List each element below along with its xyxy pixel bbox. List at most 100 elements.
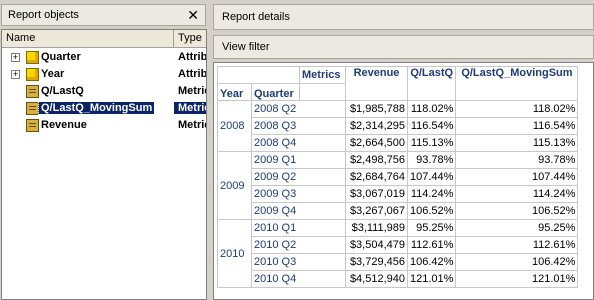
object-type: Attrib [178, 51, 207, 63]
object-row-year[interactable]: + Year Attrib [2, 66, 207, 83]
qlastq-cell: 95.25% [406, 219, 457, 237]
close-icon[interactable]: ✕ [187, 7, 199, 23]
object-row-q-lastq[interactable]: Q/LastQ Metric [2, 83, 206, 100]
object-name: Revenue [41, 119, 87, 131]
revenue-cell: $2,314,295 [345, 117, 408, 135]
moving-sum-cell: 106.42% [455, 253, 579, 271]
qlastq-cell: 112.61% [406, 236, 457, 254]
moving-sum-cell: 121.01% [455, 270, 579, 288]
object-type: Attrib [178, 68, 207, 80]
moving-sum-cell: 114.24% [455, 185, 579, 203]
qlastq-cell: 114.24% [406, 185, 457, 203]
quarter-cell: 2010 Q4 [251, 270, 346, 288]
revenue-cell: $2,684,764 [345, 168, 408, 186]
object-row-q-lastq-movingsum[interactable]: Q/LastQ_MovingSum Metric [2, 100, 206, 117]
revenue-cell: $3,067,019 [345, 185, 408, 203]
metric-column-header: Q/LastQ [406, 66, 457, 101]
metrics-header-filler [299, 83, 346, 101]
quarter-cell: 2009 Q2 [251, 168, 346, 186]
metrics-header: Metrics [299, 66, 346, 84]
qlastq-cell: 121.01% [406, 270, 457, 288]
revenue-cell: $3,504,479 [345, 236, 408, 254]
table-row: 2010 Q3 $3,729,456 106.42% 106.42% [218, 253, 579, 271]
metric-column-header: Q/LastQ_MovingSum [455, 66, 579, 101]
quarter-cell: 2010 Q2 [251, 236, 346, 254]
qlastq-cell: 93.78% [406, 151, 457, 169]
year-cell: 2010 [217, 219, 252, 288]
moving-sum-cell: 93.78% [455, 151, 579, 169]
object-type: Metric [174, 102, 206, 114]
report-objects-title: Report objects [8, 9, 79, 21]
object-row-quarter[interactable]: + Quarter Attrib [2, 49, 207, 66]
revenue-cell: $4,512,940 [345, 270, 408, 288]
object-row-revenue[interactable]: Revenue Metric [2, 117, 206, 134]
table-row: 2008 Q4 $2,664,500 115.13% 115.13% [218, 134, 579, 152]
grid-corner [217, 66, 300, 84]
table-row: 2009 Q2 $2,684,764 107.44% 107.44% [218, 168, 579, 186]
quarter-cell: 2008 Q3 [251, 117, 346, 135]
expand-icon[interactable]: + [11, 53, 20, 62]
revenue-cell: $3,267,067 [345, 202, 408, 220]
revenue-cell: $3,111,989 [345, 219, 408, 237]
moving-sum-cell: 115.13% [455, 134, 579, 152]
expand-icon[interactable]: + [11, 70, 20, 79]
quarter-cell: 2009 Q3 [251, 185, 346, 203]
report-objects-panel: Report objects ✕ Name Type + Quarter Attri… [0, 0, 208, 300]
moving-sum-cell: 118.02% [455, 100, 579, 118]
report-grid-area: Metrics Revenue Q/LastQ Q/LastQ_MovingSum Ye… [213, 62, 594, 300]
table-row: 2009 Q4 $3,267,067 106.52% 106.52% [218, 202, 579, 220]
qlastq-cell: 106.52% [406, 202, 457, 220]
report-objects-header: Report objects ✕ [1, 4, 206, 26]
revenue-cell: $2,664,500 [345, 134, 408, 152]
report-objects-list[interactable]: Name Type + Quarter Attrib + Year Attrib Q/Las… [1, 29, 207, 300]
quarter-header: Quarter [251, 83, 300, 101]
moving-sum-cell: 106.52% [455, 202, 579, 220]
grid-header-row: Metrics Revenue Q/LastQ Q/LastQ_MovingSum [217, 66, 579, 101]
year-cell: 2008 [217, 100, 252, 152]
report-details-header[interactable]: Report details [213, 4, 594, 30]
table-row: 2010 2010 Q1 $3,111,989 95.25% 95.25% [217, 219, 579, 288]
moving-sum-cell: 116.54% [455, 117, 579, 135]
quarter-cell: 2008 Q4 [251, 134, 346, 152]
attribute-icon [26, 68, 39, 81]
view-filter-title: View filter [222, 41, 270, 53]
object-name: Q/LastQ [41, 85, 84, 97]
year-header: Year [217, 83, 252, 101]
revenue-cell: $3,729,456 [345, 253, 408, 271]
quarter-cell: 2009 Q1 [251, 151, 346, 169]
metric-icon [26, 102, 39, 115]
quarter-cell: 2010 Q3 [251, 253, 346, 271]
qlastq-cell: 115.13% [406, 134, 457, 152]
qlastq-cell: 116.54% [406, 117, 457, 135]
table-row: 2008 Q3 $2,314,295 116.54% 116.54% [218, 117, 579, 135]
object-name: Quarter [41, 51, 81, 63]
moving-sum-cell: 95.25% [455, 219, 579, 237]
column-header-type[interactable]: Type [174, 30, 206, 49]
revenue-cell: $1,985,788 [345, 100, 408, 118]
revenue-cell: $2,498,756 [345, 151, 408, 169]
table-row: 2010 Q2 $3,504,479 112.61% 112.61% [218, 236, 579, 254]
object-name: Year [41, 68, 65, 80]
metric-icon [26, 119, 39, 132]
metric-column-header: Revenue [345, 66, 408, 101]
view-filter-bar[interactable]: View filter [213, 35, 594, 59]
table-row: 2009 2009 Q1 $2,498,756 93.78% 93.78% [217, 151, 579, 220]
quarter-cell: 2010 Q1 [251, 219, 346, 237]
year-cell: 2009 [217, 151, 252, 220]
metric-icon [26, 85, 39, 98]
attribute-icon [26, 51, 39, 64]
object-type: Metric [178, 119, 206, 131]
moving-sum-cell: 112.61% [455, 236, 579, 254]
table-row: 2009 Q3 $3,067,019 114.24% 114.24% [218, 185, 579, 203]
column-header-name[interactable]: Name [2, 30, 174, 47]
table-row: 2010 Q4 $4,512,940 121.01% 121.01% [218, 270, 579, 288]
table-row: 2008 2008 Q2 $1,985,788 118.02% 118.02% [217, 100, 579, 152]
quarter-cell: 2008 Q2 [251, 100, 346, 118]
quarter-cell: 2009 Q4 [251, 202, 346, 220]
moving-sum-cell: 107.44% [455, 168, 579, 186]
report-details-title: Report details [222, 11, 290, 23]
report-grid: Metrics Revenue Q/LastQ Q/LastQ_MovingSum Ye… [217, 66, 579, 288]
object-name: Q/LastQ_MovingSum [37, 101, 156, 115]
column-headers: Name Type [2, 30, 206, 48]
object-type: Metric [178, 85, 206, 97]
